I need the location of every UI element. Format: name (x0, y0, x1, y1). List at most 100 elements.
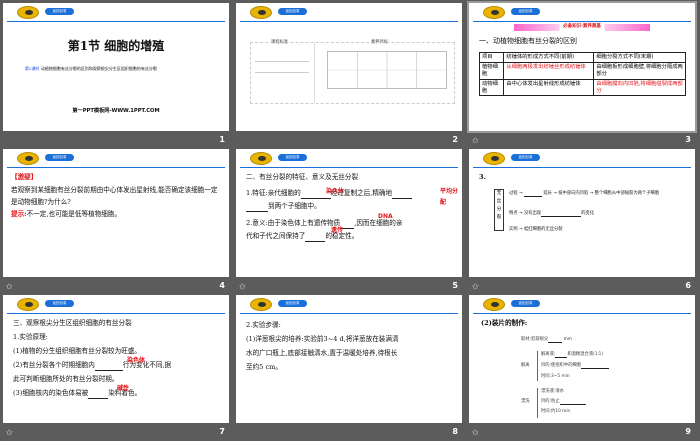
back-to-contents-button[interactable]: 返回目录 (278, 154, 307, 161)
step-text: 时间:3~5 min (541, 374, 570, 379)
diagram-root: 无丝分裂 (494, 189, 504, 231)
divider (240, 21, 458, 22)
divider (240, 167, 458, 168)
tag-label: 【激疑】 (11, 173, 38, 181)
logo-icon (250, 298, 272, 311)
step-text: 和酒精混合液(1∶1) (567, 352, 604, 357)
slide-5[interactable]: 返回目录 二、有丝分裂的特征、意义及无丝分裂 1.特征:亲代细胞的 经过复制之后,… (236, 149, 462, 277)
table-header: 纺锤体的形成方式不同(前期) (503, 52, 595, 63)
back-to-contents-button[interactable]: 返回目录 (45, 300, 74, 307)
slide-thumb-7[interactable]: 返回目录 三、观察根尖分生区组织细胞的有丝分裂 1.实验原理: (1)植物的分生… (3, 295, 231, 441)
slide-4[interactable]: 返回目录 【激疑】 若观察到某细胞有丝分裂前期由中心体发出星射线,能否确定该细胞… (3, 149, 229, 277)
back-to-contents-button[interactable]: 返回目录 (511, 154, 540, 161)
text: (2)有丝分裂各个时期细胞内 (13, 361, 95, 369)
answer-text: 染色体 (127, 357, 146, 364)
slide-3[interactable]: 返回目录 必备知识·素养奠基 一、动植物细胞有丝分裂的区别 项目 纺锤体的形成方式… (467, 1, 697, 133)
slide-number: 3 (685, 135, 691, 144)
standards-table: 课程标准 素养目标 (250, 40, 455, 104)
slide-thumb-2[interactable]: 返回目录 课程标准 素养目标 2 (236, 3, 464, 149)
diagram-node: 延长 (543, 191, 552, 196)
text: ,因而在细胞的亲 (354, 219, 403, 227)
text: 代和子代之间保持了 (246, 232, 306, 240)
subtitle: 动植物细胞有丝分裂的区别和观察根尖分生区组织细胞的有丝分裂 (40, 66, 157, 71)
slide-thumb-8[interactable]: 返回目录 2.实验步骤: (1)洋葱根尖的培养:实验前3~4 d,将洋葱放在装满… (236, 295, 464, 441)
text: 1.特征:亲代细胞的 (246, 189, 301, 197)
step-label: 漂洗 (521, 399, 530, 404)
answer-text: 染色体 (326, 188, 345, 195)
lesson-tag: 第2课时 (25, 66, 40, 71)
step-text: 目的:防止 (541, 399, 560, 404)
grid-chart (327, 51, 447, 89)
slide-7[interactable]: 返回目录 三、观察根尖分生区组织细胞的有丝分裂 1.实验原理: (1)植物的分生… (3, 295, 229, 423)
col-header: 课程标准 (271, 40, 289, 47)
step-text: 取材:剪取根尖 (521, 337, 549, 342)
hint-text: 不一定,也可能是低等植物细胞。 (26, 210, 122, 218)
branch-label: 过程 (509, 191, 518, 196)
back-to-contents-button[interactable]: 返回目录 (511, 8, 540, 15)
table-cell-answer: 由细胞膜向内凹陷,将细胞缢裂成两部分 (593, 78, 686, 97)
step-text: 时间:约10 min (541, 409, 571, 414)
section-heading: 二、有丝分裂的特征、意义及无丝分裂 (246, 173, 359, 181)
back-to-contents-button[interactable]: 返回目录 (278, 300, 307, 307)
slide-thumb-1[interactable]: 返回目录 第1节 细胞的增殖 第2课时 动植物细胞有丝分裂的区别和观察根尖分生区… (3, 3, 231, 149)
slide-8[interactable]: 返回目录 2.实验步骤: (1)洋葱根尖的培养:实验前3~4 d,将洋葱放在装满… (236, 295, 462, 423)
diagram-node: 蛙红细胞的无丝分裂 (523, 227, 563, 232)
slide-thumb-9[interactable]: 返回目录 (2)装片的制作: 取材:剪取根尖 mm 解离 解离液: 和酒精混合液(… (469, 295, 697, 441)
slide-thumb-5[interactable]: 返回目录 二、有丝分裂的特征、意义及无丝分裂 1.特征:亲代细胞的 经过复制之后,… (236, 149, 464, 295)
slide-9[interactable]: 返回目录 (2)装片的制作: 取材:剪取根尖 mm 解离 解离液: 和酒精混合液(… (469, 295, 695, 423)
star-icon[interactable]: ✩ (239, 282, 246, 291)
table-cell: 由细胞板形成细胞壁,将细胞分隔成两部分 (593, 61, 686, 80)
back-to-contents-button[interactable]: 返回目录 (45, 8, 74, 15)
divider (473, 313, 691, 314)
step-text: 解离液: (541, 352, 556, 357)
slide-6[interactable]: 返回目录 3. 无丝分裂 过程 → 延长 → 核中部向内凹陷 → 整个细胞从中部… (469, 149, 695, 277)
slide-number: 2 (452, 135, 458, 144)
star-icon[interactable]: ✩ (6, 428, 13, 437)
answer-text: 碱性 (117, 385, 130, 392)
diagram-node: 的变化 (581, 211, 595, 216)
back-to-contents-button[interactable]: 返回目录 (45, 154, 74, 161)
slide-number: 9 (685, 427, 691, 436)
text-placeholder (255, 61, 309, 73)
col-header: 素养目标 (371, 40, 389, 47)
branch-label: 实例 (509, 227, 518, 232)
diagram-node: 核中部向内凹陷 (558, 191, 589, 196)
star-icon[interactable]: ✩ (472, 282, 479, 291)
divider (7, 313, 225, 314)
slide-2[interactable]: 返回目录 课程标准 素养目标 (236, 3, 462, 131)
logo-icon (17, 152, 39, 165)
step-text: 漂洗液:清水 (541, 389, 564, 394)
logo-icon (17, 298, 39, 311)
slide-thumb-4[interactable]: 返回目录 【激疑】 若观察到某细胞有丝分裂前期由中心体发出星射线,能否确定该细胞… (3, 149, 231, 295)
divider (240, 313, 458, 314)
star-icon[interactable]: ✩ (6, 282, 13, 291)
slide-1[interactable]: 返回目录 第1节 细胞的增殖 第2课时 动植物细胞有丝分裂的区别和观察根尖分生区… (3, 3, 229, 131)
star-icon[interactable]: ✩ (472, 428, 479, 437)
slide-thumb-3[interactable]: 返回目录 必备知识·素养奠基 一、动植物细胞有丝分裂的区别 项目 纺锤体的形成方式… (467, 1, 697, 149)
comparison-table: 项目 纺锤体的形成方式不同(前期) 细胞分裂方式不同(末期) 植物细胞 从细胞两极发出… (478, 52, 686, 97)
footer: 第一PPT模板网-WWW.1PPT.COM (72, 108, 160, 114)
step-text: mm (563, 337, 572, 342)
back-to-contents-button[interactable]: 返回目录 (278, 8, 307, 15)
star-icon[interactable]: ✩ (472, 136, 479, 145)
back-to-contents-button[interactable]: 返回目录 (511, 300, 540, 307)
text: (1)植物的分生组织细胞有丝分裂较为旺盛。 (13, 347, 142, 355)
slide-thumb-6[interactable]: 返回目录 3. 无丝分裂 过程 → 延长 → 核中部向内凹陷 → 整个细胞从中部… (469, 149, 697, 295)
text: (1)洋葱根尖的培养:实验前3~4 d,将洋葱放在装满清 (246, 335, 399, 343)
table-header: 项目 (478, 52, 505, 63)
text: 2.实验步骤: (246, 321, 281, 329)
divider (473, 21, 691, 22)
step-label: 解离 (521, 363, 530, 368)
slide-number: 6 (685, 281, 691, 290)
slide-number: 7 (219, 427, 225, 436)
question-text: 若观察到某细胞有丝分裂前期由中心体发出星射线,能否确定该细胞一定是动物细胞?为什… (11, 186, 218, 206)
text: 1.实验原理: (13, 333, 48, 341)
section-heading: 3. (479, 173, 486, 181)
step-text: 目的:使组织中的细胞 (541, 363, 582, 368)
table-cell-answer: 从细胞两极发出纺锤丝形成纺锤体 (503, 61, 595, 80)
section-heading: 一、动植物细胞有丝分裂的区别 (479, 37, 577, 45)
section-banner: 必备知识·素养奠基 (469, 24, 695, 31)
diagram-node: 整个细胞从中部缢裂为两个子细胞 (594, 191, 660, 196)
table-cell: 由中心体发出星射线形成纺锤体 (503, 78, 595, 97)
table-row-label: 动物细胞 (478, 78, 505, 97)
